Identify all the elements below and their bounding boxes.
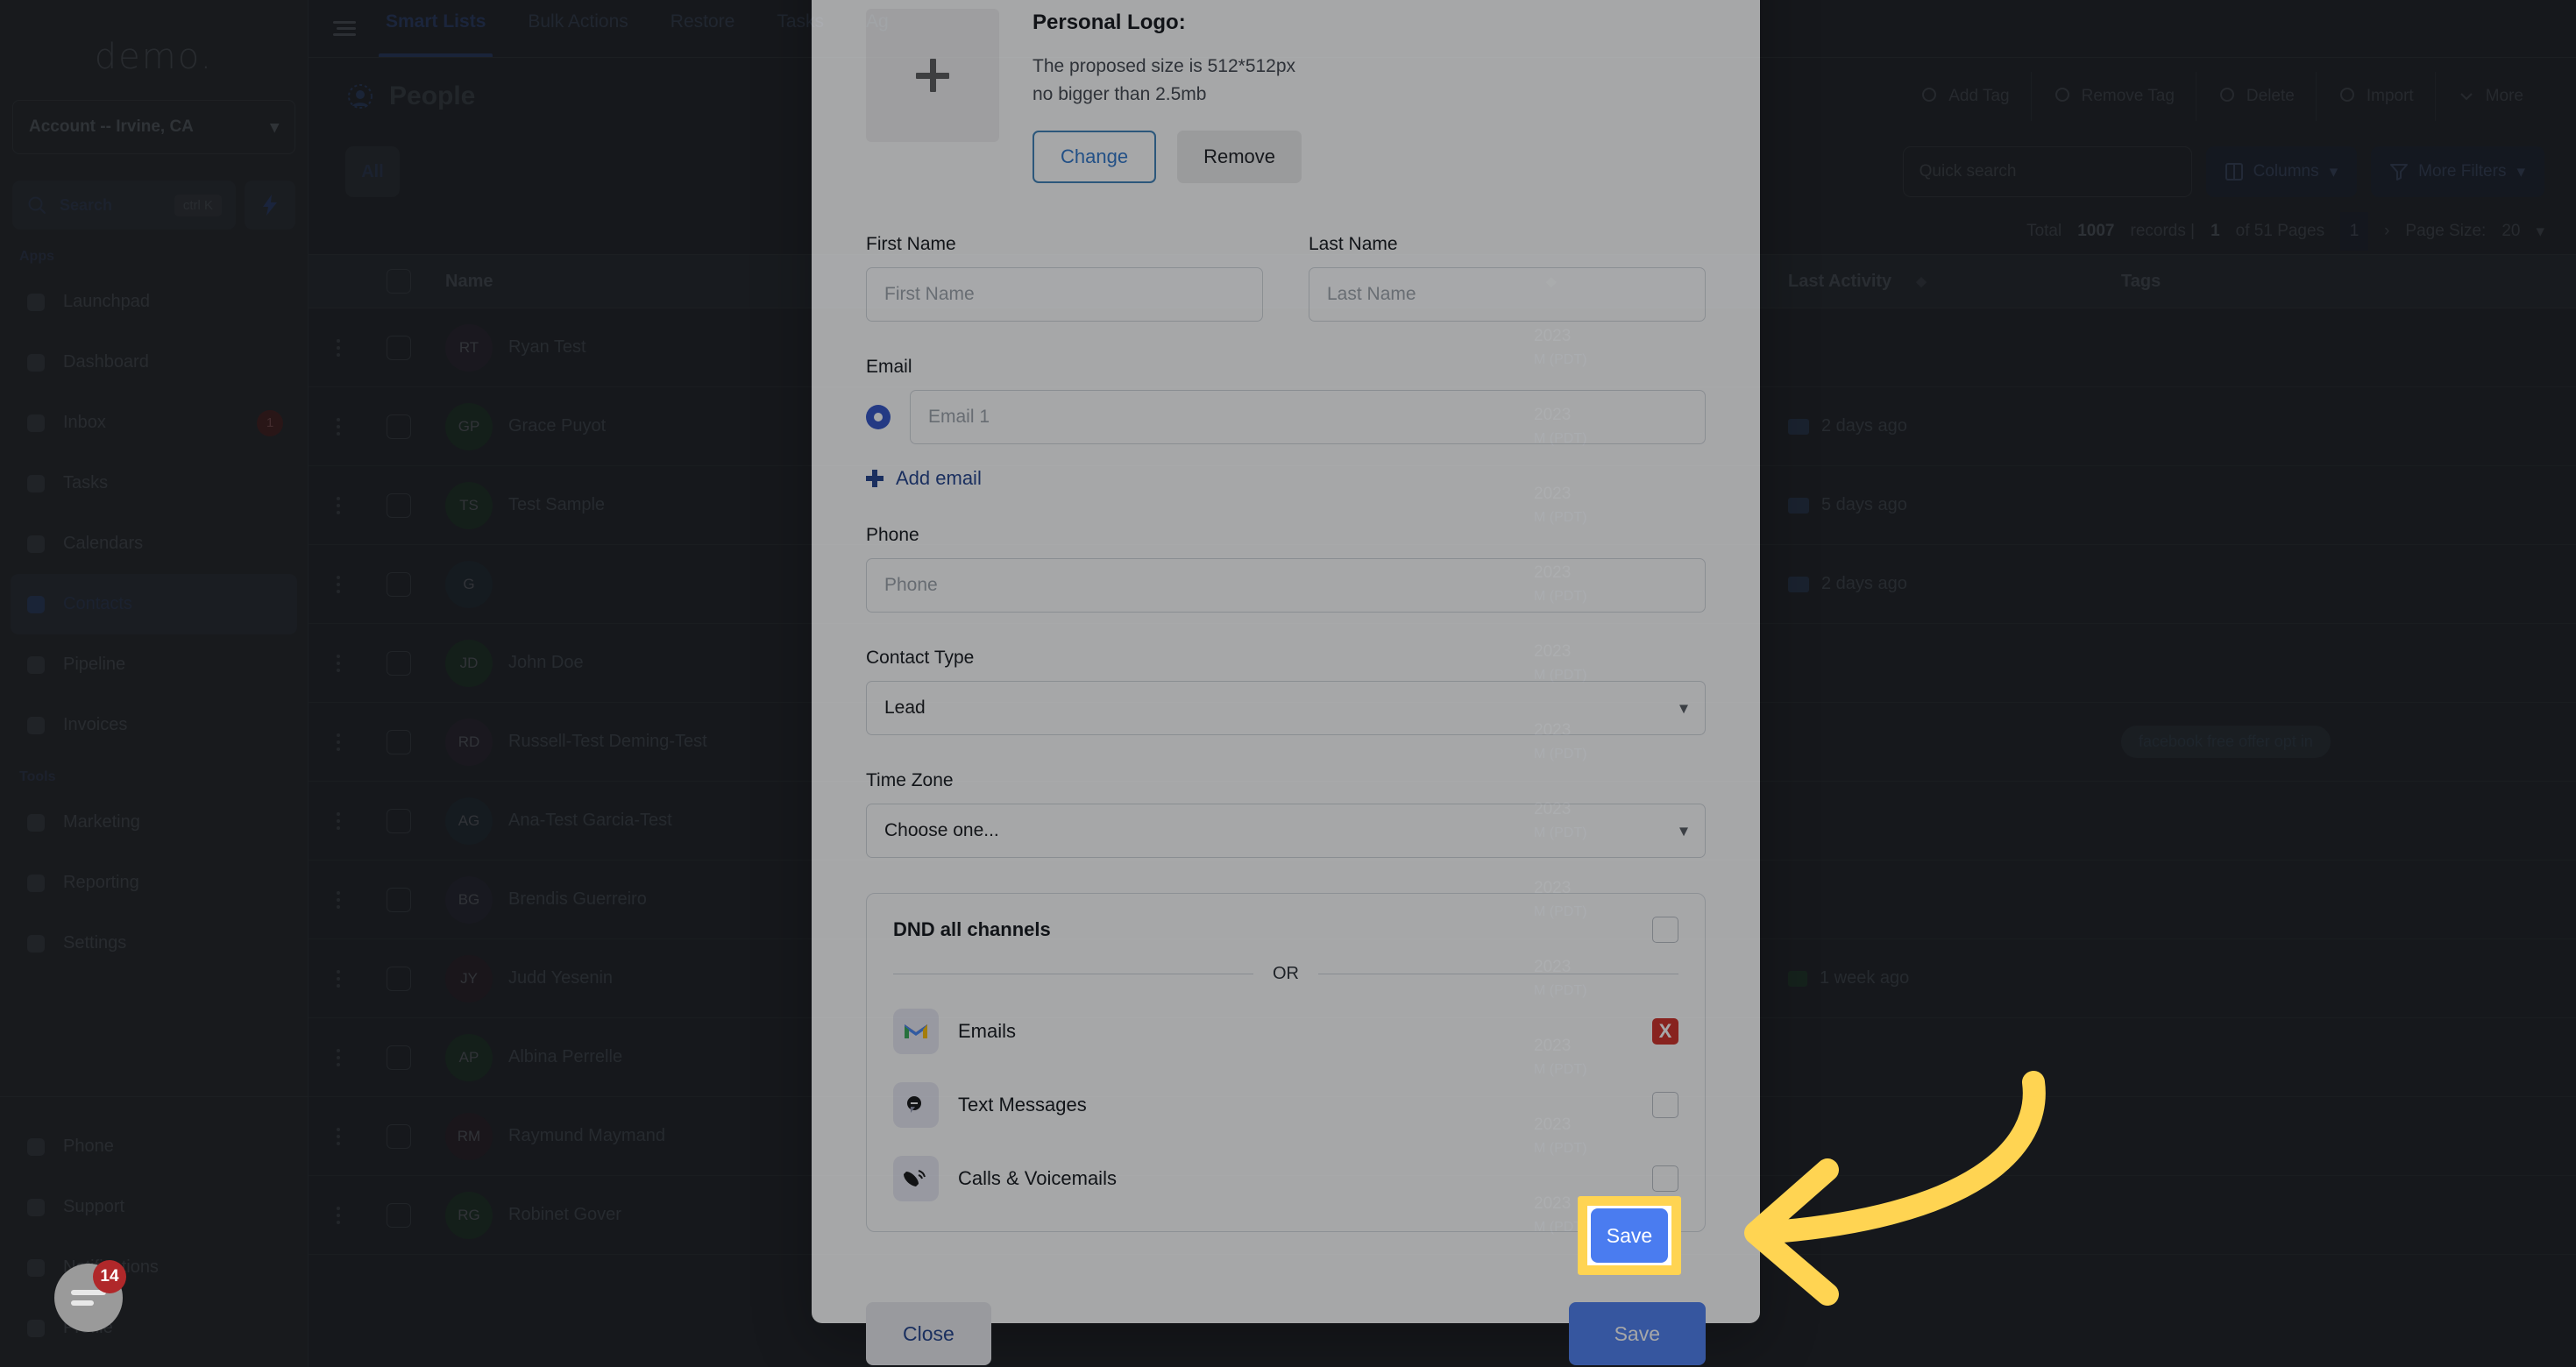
- chevron-down-icon: ▾: [1678, 698, 1688, 719]
- message-icon: [907, 1096, 921, 1113]
- phone-label: Phone: [866, 525, 919, 545]
- email-row: [866, 390, 1706, 444]
- plus-icon: [916, 59, 949, 92]
- dnd-channel-label: Calls & Voicemails: [958, 1167, 1117, 1189]
- save-button-highlighted[interactable]: Save: [1591, 1208, 1668, 1263]
- screen: demo. Account -- Irvine, CA ▾ Search ctr…: [0, 0, 2576, 1367]
- first-name-input[interactable]: [866, 267, 1263, 322]
- dnd-channel-label: Emails: [958, 1020, 1017, 1042]
- dnd-channel-label: Text Messages: [958, 1094, 1087, 1116]
- dnd-channel-row: Calls & Voicemails: [893, 1142, 1678, 1215]
- dnd-card: DND all channels OR Emails X Text Messages…: [866, 893, 1706, 1232]
- plus-icon: [866, 470, 884, 487]
- phone-call-icon: [904, 1170, 926, 1186]
- save-button[interactable]: Save: [1568, 1302, 1706, 1365]
- name-fields-row: First Name Last Name: [866, 234, 1706, 322]
- phone-input[interactable]: [866, 558, 1706, 613]
- contact-type-group: Contact Type Lead ▾: [866, 648, 1706, 735]
- logo-buttons: Change Remove: [1033, 131, 1706, 183]
- time-zone-select[interactable]: Choose one...: [866, 804, 1706, 858]
- personal-logo-note: The proposed size is 512*512px no bigger…: [1033, 53, 1706, 108]
- add-email-label: Add email: [896, 467, 982, 489]
- email-group: Email: [866, 357, 1706, 444]
- last-name-label: Last Name: [1309, 234, 1398, 254]
- personal-logo-title: Personal Logo:: [1033, 11, 1186, 34]
- dnd-channel-checkbox[interactable]: [1652, 1092, 1678, 1118]
- personal-logo-section: Personal Logo: The proposed size is 512*…: [866, 9, 1706, 183]
- dnd-all-label: DND all channels: [893, 918, 1051, 940]
- close-button[interactable]: Close: [866, 1302, 991, 1365]
- save-button-highlight: Save: [1578, 1196, 1681, 1275]
- dnd-channel-row: Emails X: [893, 995, 1678, 1068]
- dnd-all-row: DND all channels: [893, 917, 1678, 943]
- modal-body: Personal Logo: The proposed size is 512*…: [812, 0, 1760, 1272]
- last-name-group: Last Name: [1309, 234, 1706, 322]
- dnd-channel-list: Emails X Text Messages Calls & Voicemails: [893, 995, 1678, 1215]
- logo-note-line-2: no bigger than 2.5mb: [1033, 83, 1207, 104]
- email-label: Email: [866, 357, 912, 377]
- dnd-all-checkbox[interactable]: [1652, 917, 1678, 943]
- first-name-group: First Name: [866, 234, 1263, 322]
- time-zone-label: Time Zone: [866, 770, 954, 790]
- gmail-icon: [905, 1024, 927, 1038]
- time-zone-group: Time Zone Choose one... ▾: [866, 770, 1706, 858]
- modal-footer: Close Save: [812, 1272, 1760, 1367]
- change-logo-button[interactable]: Change: [1033, 131, 1157, 183]
- add-contact-modal: Personal Logo: The proposed size is 512*…: [812, 0, 1760, 1365]
- dnd-channel-checkbox[interactable]: [1652, 1165, 1678, 1192]
- dnd-channel-row: Text Messages: [893, 1068, 1678, 1142]
- phone-group: Phone: [866, 525, 1706, 613]
- first-name-label: First Name: [866, 234, 956, 254]
- chat-widget-button[interactable]: 14: [54, 1260, 126, 1332]
- or-separator: OR: [893, 964, 1678, 984]
- add-email-button[interactable]: Add email: [866, 467, 1706, 490]
- chevron-down-icon: ▾: [1678, 821, 1688, 841]
- curved-arrow-left-icon: [1744, 1071, 2046, 1306]
- remove-logo-button[interactable]: Remove: [1177, 131, 1302, 183]
- email-input[interactable]: [910, 390, 1706, 444]
- logo-upload-dropzone[interactable]: [866, 9, 999, 142]
- contact-type-label: Contact Type: [866, 648, 975, 668]
- logo-info: Personal Logo: The proposed size is 512*…: [1033, 9, 1706, 183]
- email-primary-radio[interactable]: [866, 405, 891, 429]
- contact-type-select[interactable]: Lead: [866, 681, 1706, 735]
- chat-widget-badge: 14: [93, 1260, 126, 1293]
- dnd-channel-checkbox-checked[interactable]: X: [1652, 1018, 1678, 1045]
- last-name-input[interactable]: [1309, 267, 1706, 322]
- logo-note-line-1: The proposed size is 512*512px: [1033, 56, 1296, 76]
